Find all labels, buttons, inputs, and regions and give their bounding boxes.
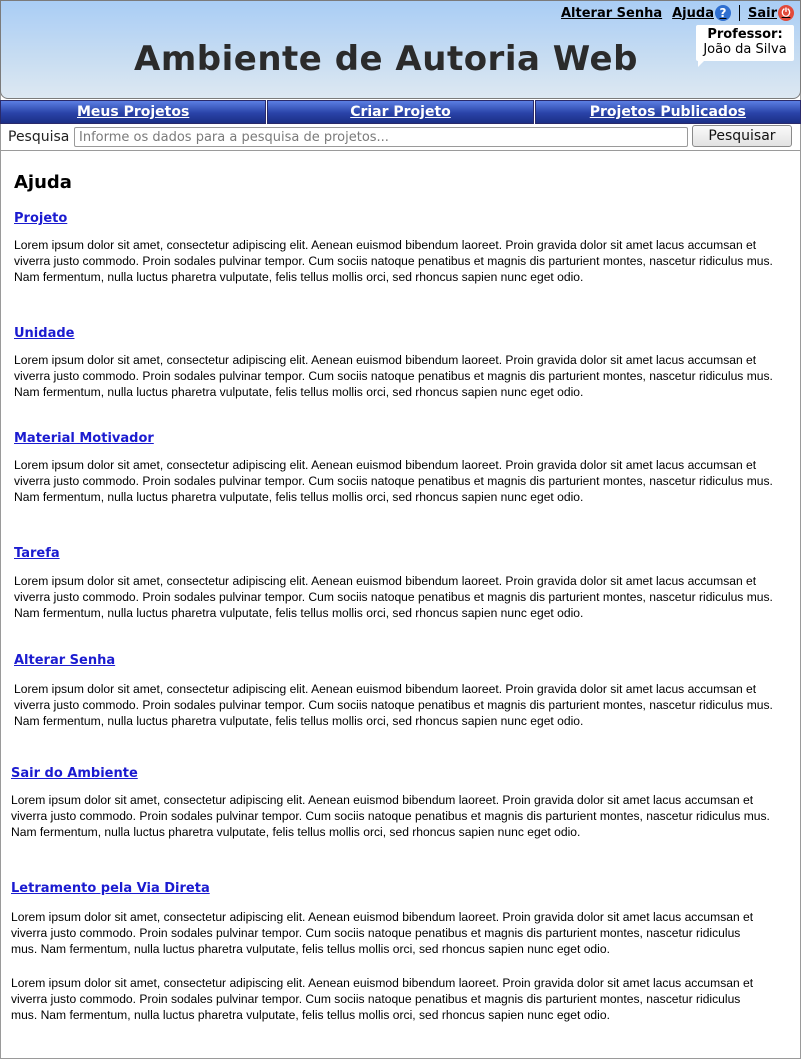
tab-label: Criar Projeto (350, 104, 451, 120)
section-text-letramento: Lorem ipsum dolor sit amet, consectetur … (11, 910, 754, 956)
top-links: Alterar Senha Ajuda? Sair ⏻ (561, 5, 794, 21)
power-icon: ⏻ (778, 5, 794, 21)
logout-label: Sair (747, 5, 777, 21)
help-link[interactable]: Ajuda? (672, 5, 731, 21)
section-text-tarefa: Lorem ipsum dolor sit amet, consectetur … (14, 574, 773, 620)
section-title-alterar-senha[interactable]: Alterar Senha (14, 653, 115, 668)
main-nav: Meus Projetos Criar Projeto Projetos Pub… (0, 100, 801, 124)
change-password-label: Alterar Senha (560, 5, 663, 21)
section-title-projeto[interactable]: Projeto (14, 211, 67, 226)
tab-criar-projeto[interactable]: Criar Projeto (267, 100, 534, 124)
search-input[interactable] (74, 127, 688, 147)
section-text-material-motivador: Lorem ipsum dolor sit amet, consectetur … (14, 458, 773, 504)
change-password-link[interactable]: Alterar Senha (561, 6, 662, 21)
header: Ambiente de Autoria Web Alterar Senha Aj… (0, 0, 801, 99)
section-text-unidade: Lorem ipsum dolor sit amet, consectetur … (14, 353, 773, 399)
section-title-sair-do-ambiente[interactable]: Sair do Ambiente (11, 766, 138, 781)
logout-link[interactable]: Sair ⏻ (748, 5, 794, 21)
section-title-tarefa[interactable]: Tarefa (14, 546, 60, 561)
help-icon: ? (714, 5, 731, 21)
section-title-unidade[interactable]: Unidade (14, 326, 74, 341)
help-label: Ajuda (672, 5, 714, 21)
user-role: Professor: (707, 27, 783, 42)
tab-label: Projetos Publicados (589, 104, 746, 120)
section-text-letramento-2: Lorem ipsum dolor sit amet, consectetur … (11, 976, 754, 1022)
section-text-sair-do-ambiente: Lorem ipsum dolor sit amet, consectetur … (11, 793, 770, 839)
section-title-letramento[interactable]: Letramento pela Via Direta (11, 881, 210, 896)
app-title: Ambiente de Autoria Web (134, 39, 638, 79)
user-name: João da Silva (703, 42, 787, 57)
section-text-alterar-senha: Lorem ipsum dolor sit amet, consectetur … (14, 682, 773, 728)
section-text-projeto: Lorem ipsum dolor sit amet, consectetur … (14, 238, 773, 284)
tab-label: Meus Projetos (77, 104, 190, 120)
section-title-material-motivador[interactable]: Material Motivador (14, 431, 154, 446)
search-button[interactable]: Pesquisar (692, 125, 792, 147)
tab-meus-projetos[interactable]: Meus Projetos (0, 100, 267, 124)
page-frame (0, 0, 801, 1059)
page-title: Ajuda (14, 172, 72, 193)
link-divider (738, 5, 740, 21)
user-info: Professor: João da Silva (696, 25, 794, 67)
search-label: Pesquisa (8, 129, 70, 145)
search-bar: Pesquisa Pesquisar (0, 124, 801, 151)
tab-projetos-publicados[interactable]: Projetos Publicados (534, 100, 801, 124)
